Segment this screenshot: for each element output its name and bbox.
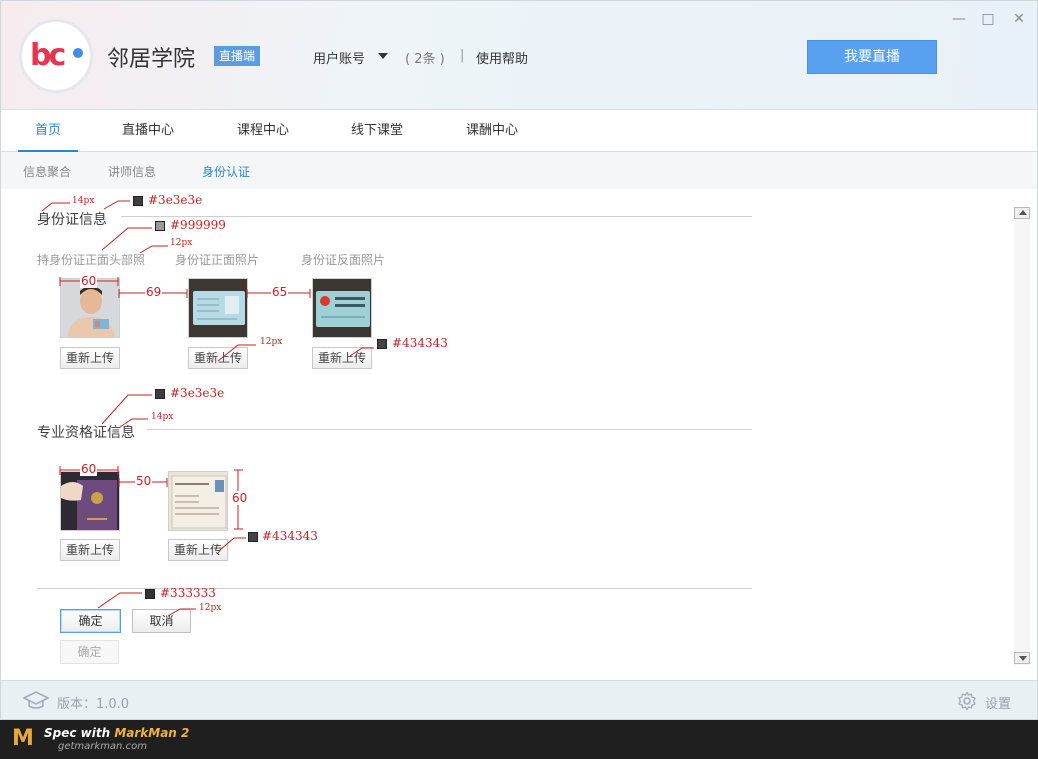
photo-id-front[interactable]: [188, 278, 248, 338]
annotation-dimension: 65: [271, 285, 289, 299]
annotation-color: #434343: [392, 336, 448, 350]
sub-tabs: 信息聚合 讲师信息 身份认证: [1, 152, 1037, 189]
id-front-image: [189, 279, 247, 337]
close-icon[interactable]: ✕: [1011, 11, 1027, 27]
tab-offline-class[interactable]: 线下课堂: [342, 111, 412, 152]
reupload-button[interactable]: 重新上传: [168, 539, 228, 561]
color-swatch: [377, 339, 387, 349]
divider: [147, 429, 752, 430]
subtab-identity-verification[interactable]: 身份认证: [202, 163, 250, 180]
annotation-color: #333333: [160, 586, 216, 600]
annotation-dimension: 60: [80, 462, 98, 476]
markman-brand: MarkMan 2: [114, 726, 190, 740]
reupload-button[interactable]: 重新上传: [312, 347, 372, 369]
photo-label-id-front: 身份证正面照片: [175, 253, 260, 267]
logo-play-icon: [73, 48, 83, 58]
annotation-dimension: 60: [80, 274, 98, 288]
certificate-inner-image: [169, 472, 227, 530]
confirm-button-disabled: 确定: [60, 640, 119, 664]
markman-title-prefix: Spec with: [44, 726, 115, 740]
arrow-up-icon: [1019, 210, 1027, 215]
version-label: 版本：1.0.0: [57, 697, 130, 712]
start-live-button[interactable]: 我要直播: [807, 40, 937, 74]
annotation-size: 12px: [170, 238, 193, 248]
main-tabs: 首页 直播中心 课程中心 线下课堂 课酬中心: [1, 111, 1037, 152]
photo-id-back[interactable]: [312, 278, 372, 338]
color-swatch: [155, 221, 165, 231]
maximize-icon[interactable]: □: [980, 11, 996, 27]
photo-certificate-cover[interactable]: [60, 471, 120, 531]
subtab-lecturer-info[interactable]: 讲师信息: [108, 163, 156, 180]
annotation-size: 14px: [72, 196, 95, 206]
id-back-image: [313, 279, 371, 337]
annotation-size: 12px: [199, 603, 222, 613]
app-badge: 直播端: [214, 46, 261, 66]
identity-section-title: 身份证信息: [37, 212, 107, 228]
annotation-color: #3e3e3e: [148, 193, 203, 207]
annotation-dimension: 50: [135, 474, 153, 488]
photo-label-holding-id: 持身份证正面头部照: [37, 253, 146, 267]
certificate-cover-image: [61, 472, 119, 530]
tab-home[interactable]: 首页: [18, 111, 78, 152]
scroll-down-button[interactable]: [1014, 652, 1030, 664]
annotation-color: #434343: [262, 529, 318, 543]
graduation-cap-icon: [23, 691, 49, 709]
qualification-section-title: 专业资格证信息: [37, 425, 135, 441]
gear-icon[interactable]: [957, 691, 977, 711]
color-swatch: [155, 389, 165, 399]
annotation-color: #3e3e3e: [170, 386, 225, 400]
logo-mark: bc: [30, 38, 66, 73]
identity-form: 身份证信息 持身份证正面头部照 身份证正面照片 身份证反面照片 重新上传 重新上…: [1, 189, 1037, 679]
app-window: bc 邻居学院 直播端 用户账号 ( 2条 ) | 使用帮助 我要直播 — □ …: [0, 0, 1038, 720]
help-link[interactable]: 使用帮助: [476, 48, 528, 67]
scroll-up-button[interactable]: [1014, 207, 1030, 219]
annotation-color: #999999: [170, 218, 226, 232]
cancel-button[interactable]: 取消: [132, 609, 191, 633]
annotation-dimension: 60: [231, 491, 249, 505]
markman-logo: M: [12, 726, 34, 751]
tab-live-center[interactable]: 直播中心: [113, 111, 183, 152]
photo-label-id-back: 身份证反面照片: [301, 253, 386, 267]
annotation-size: 14px: [151, 412, 174, 422]
app-header: bc 邻居学院 直播端 用户账号 ( 2条 ) | 使用帮助 我要直播 — □ …: [1, 1, 1037, 110]
app-logo: bc: [19, 19, 93, 93]
chevron-down-icon[interactable]: [378, 53, 388, 59]
markman-url: getmarkman.com: [58, 741, 147, 752]
app-name: 邻居学院: [107, 47, 196, 72]
reupload-button[interactable]: 重新上传: [60, 539, 120, 561]
tab-payment-center[interactable]: 课酬中心: [457, 111, 527, 152]
app-footer: 版本：1.0.0 设置: [1, 680, 1037, 719]
color-swatch: [248, 532, 258, 542]
color-swatch: [145, 589, 155, 599]
header-separator: |: [460, 48, 465, 63]
vertical-scrollbar[interactable]: [1014, 207, 1030, 665]
minimize-icon[interactable]: —: [951, 11, 967, 27]
annotation-size: 12px: [260, 337, 283, 347]
reupload-button[interactable]: 重新上传: [188, 347, 248, 369]
confirm-button[interactable]: 确定: [60, 609, 121, 633]
color-swatch: [133, 196, 143, 206]
reupload-button[interactable]: 重新上传: [60, 347, 120, 369]
arrow-down-icon: [1019, 656, 1027, 661]
annotation-dimension: 69: [145, 285, 163, 299]
markman-title: Spec with MarkMan 2: [44, 726, 189, 740]
markman-bar: M Spec with MarkMan 2 getmarkman.com: [0, 720, 1038, 759]
subtab-info-aggregate[interactable]: 信息聚合: [23, 163, 71, 180]
settings-link[interactable]: 设置: [985, 693, 1011, 712]
photo-certificate-inner[interactable]: [168, 471, 228, 531]
divider: [121, 216, 752, 217]
message-count[interactable]: ( 2条 ): [405, 48, 445, 67]
tab-course-center[interactable]: 课程中心: [228, 111, 298, 152]
account-menu[interactable]: 用户账号: [313, 48, 365, 67]
